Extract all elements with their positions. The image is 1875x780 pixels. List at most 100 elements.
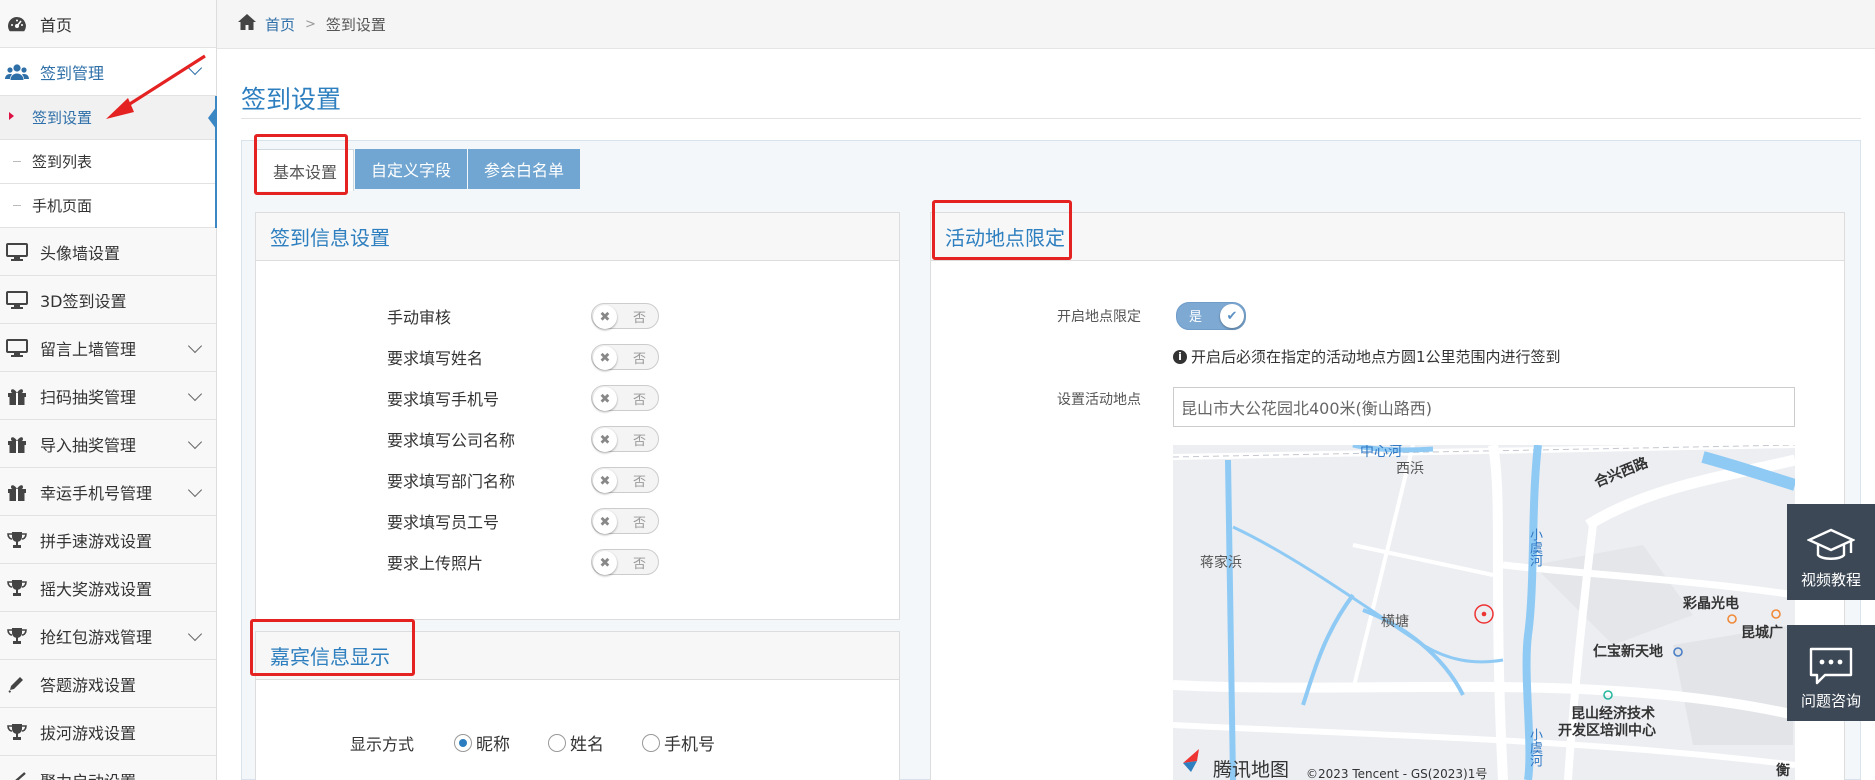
sidebar-item-quiz-game[interactable]: 答题游戏设置 [0,660,216,708]
home-icon [237,13,257,35]
sidebar-item-label: 答题游戏设置 [40,675,137,695]
panel-title: 签到信息设置 [256,213,899,261]
plane-icon [4,770,30,780]
sidebar-item-label: 扫码抽奖管理 [40,387,137,407]
radio-phone[interactable]: 手机号 [642,730,715,755]
sidebar-item-speed-game[interactable]: 拼手速游戏设置 [0,516,216,564]
trophy-icon [4,722,30,742]
chevron-down-icon [187,482,203,498]
form-row-require-employee-id: 要求填写员工号 ✖ 否 [387,506,659,536]
toggle-text: 否 [632,434,646,449]
require-phone-toggle[interactable]: ✖ 否 [591,385,659,411]
map-label: 仁宝新天地 [1593,644,1663,660]
sidebar-item-label: 幸运手机号管理 [40,483,153,503]
highlight-box [254,134,348,195]
require-name-toggle[interactable]: ✖ 否 [591,344,659,370]
sidebar-item-home[interactable]: 首页 [0,0,216,48]
toggle-text: 否 [632,557,646,572]
map-label: 蒋家浜 [1200,555,1242,571]
tab-whitelist[interactable]: 参会白名单 [468,149,581,189]
highlight-box [250,619,415,676]
toggle-text: 否 [632,393,646,408]
chevron-down-icon [187,338,203,354]
require-company-toggle[interactable]: ✖ 否 [591,426,659,452]
field-label: 要求填写姓名 [387,349,484,368]
field-label: 手动审核 [387,308,452,327]
location-input[interactable]: 昆山市大公花园北400米(衡山路西) [1173,387,1795,427]
annotation-arrow-icon [106,54,206,119]
monitor-icon [4,290,30,310]
radio-nickname[interactable]: 昵称 [454,730,510,755]
sidebar-item-message-wall[interactable]: 留言上墙管理 [0,324,216,372]
require-employee-id-toggle[interactable]: ✖ 否 [591,508,659,534]
video-tutorial-button[interactable]: 视频教程 [1787,504,1875,600]
require-photo-toggle[interactable]: ✖ 否 [591,549,659,575]
map-label: 西浜 [1396,461,1424,477]
radio-circle [548,733,566,752]
sidebar-item-label: 签到管理 [40,63,105,83]
radio-circle [454,733,472,752]
sidebar-item-import-lottery[interactable]: 导入抽奖管理 [0,420,216,468]
gift-icon [4,386,30,406]
location-limit-toggle[interactable]: ✔ 是 [1176,302,1246,330]
float-button-label: 问题咨询 [1800,692,1861,710]
sidebar-subitem-checkin-list[interactable]: 签到列表 [0,140,215,184]
monitor-icon [4,338,30,358]
field-label: 开启地点限定 [1057,309,1141,325]
trophy-icon [4,626,30,646]
breadcrumb-home-link[interactable]: 首页 [265,14,295,35]
chevron-down-icon [187,626,203,642]
radio-label: 姓名 [570,735,604,755]
radio-name[interactable]: 姓名 [548,730,604,755]
radio-label: 昵称 [476,735,510,755]
sidebar-item-label: 拔河游戏设置 [40,723,137,743]
map-label: 昆城广 [1741,625,1783,641]
field-label: 要求上传照片 [387,554,484,573]
close-icon: ✖ [593,387,617,411]
float-button-label: 视频教程 [1800,571,1861,589]
divider [241,118,1861,119]
location-hint: i 开启后必须在指定的活动地点方圆1公里范围内进行签到 [1173,346,1561,367]
sidebar-item-label: 摇大奖游戏设置 [40,579,153,599]
form-row-require-name: 要求填写姓名 ✖ 否 [387,342,659,372]
field-label: 设置活动地点 [1057,392,1141,408]
pencil-icon [4,674,30,694]
toggle-text: 是 [1189,310,1203,325]
highlight-box [932,200,1072,260]
field-label: 要求填写公司名称 [387,431,516,450]
sidebar-item-label: 拼手速游戏设置 [40,531,153,551]
map-label: 小虞河 [1527,728,1542,767]
sidebar-item-red-packet[interactable]: 抢红包游戏管理 [0,612,216,660]
toggle-text: 否 [632,352,646,367]
close-icon: ✖ [593,469,617,493]
check-icon: ✔ [1220,304,1244,328]
tab-bar: 基本设置 自定义字段 参会白名单 [242,141,1860,191]
map-copyright: ©2023 Tencent - GS(2023)1号 [1306,767,1488,780]
chevron-down-icon [187,386,203,402]
info-icon: i [1173,349,1187,364]
sidebar-item-shake-game[interactable]: 摇大奖游戏设置 [0,564,216,612]
sidebar-item-lucky-phone[interactable]: 幸运手机号管理 [0,468,216,516]
sidebar-item-scan-lottery[interactable]: 扫码抽奖管理 [0,372,216,420]
tab-custom-fields[interactable]: 自定义字段 [355,149,468,189]
faq-button[interactable]: 问题咨询 [1787,625,1875,721]
map-view[interactable]: 中心河 西浜 合兴西路 蒋家浜 小虞河 横塘 彩晶光电 昆城广 仁宝新天地 昆山… [1173,445,1795,780]
form-row-require-company: 要求填写公司名称 ✖ 否 [387,424,659,454]
close-icon: ✖ [593,305,617,329]
sidebar-item-label: 3D签到设置 [40,291,127,311]
require-department-toggle[interactable]: ✖ 否 [591,467,659,493]
sidebar-item-launch[interactable]: 聚力启动设置 [0,756,216,780]
close-icon: ✖ [593,551,617,575]
sidebar-item-label: 导入抽奖管理 [40,435,137,455]
page-title: 签到设置 [241,85,342,114]
sidebar-item-3d-checkin[interactable]: 3D签到设置 [0,276,216,324]
manual-review-toggle[interactable]: ✖ 否 [591,303,659,329]
trophy-icon [4,578,30,598]
sidebar-subitem-mobile-page[interactable]: 手机页面 [0,184,215,228]
sidebar-item-label: 头像墙设置 [40,243,121,263]
toggle-text: 否 [632,311,646,326]
users-icon [4,62,30,82]
monitor-icon [4,242,30,262]
sidebar-item-tug-game[interactable]: 拔河游戏设置 [0,708,216,756]
sidebar-item-avatar-wall[interactable]: 头像墙设置 [0,228,216,276]
